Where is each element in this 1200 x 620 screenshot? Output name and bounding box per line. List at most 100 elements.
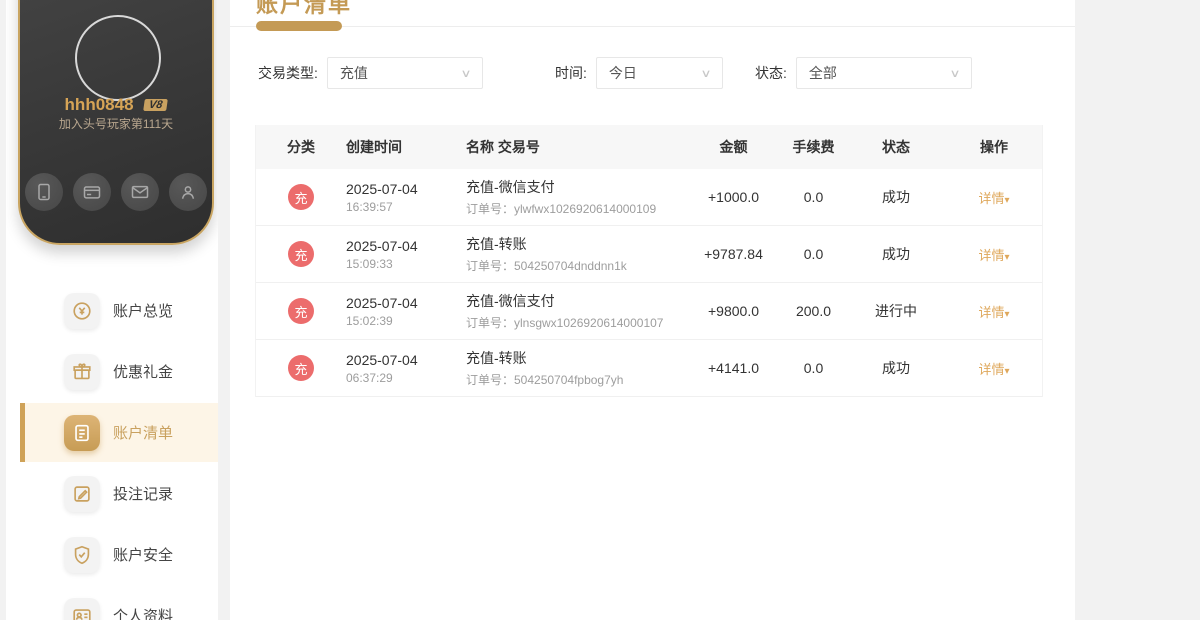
profile-card: hhh0848 V8 加入头号玩家第111天 <box>18 0 214 245</box>
deposit-badge: 充 <box>288 241 314 267</box>
status-select[interactable]: 全部 ∨ <box>795 57 972 89</box>
row-time: 15:09:33 <box>346 256 393 271</box>
sidebar-item-personal-profile[interactable]: 个人资料 <box>20 586 218 620</box>
table-row: 充 2025-07-04 06:37:29 充值-转账 订单号：50425070… <box>256 340 1042 397</box>
deposit-badge: 充 <box>288 298 314 324</box>
sidebar-item-account-statement[interactable]: 账户清单 <box>20 403 218 462</box>
row-date: 2025-07-04 <box>346 237 418 254</box>
row-status: 成功 <box>882 360 910 376</box>
header-amount: 金额 <box>719 139 748 155</box>
idcard-icon <box>64 597 100 620</box>
shield-icon <box>64 536 100 573</box>
header-name-txn: 名称 交易号 <box>466 139 540 155</box>
sidebar-item-label: 投注记录 <box>113 486 174 503</box>
sidebar-item-label: 优惠礼金 <box>113 364 174 381</box>
row-order-no: 订单号：ylwfwx1026920614000109 <box>466 202 657 216</box>
row-status: 成功 <box>882 246 910 262</box>
row-amount: +9787.84 <box>704 246 763 262</box>
chevron-down-icon: ∨ <box>700 67 712 80</box>
filter-label: 时间: <box>555 65 587 81</box>
sidebar-item-account-security[interactable]: 账户安全 <box>20 525 218 584</box>
row-amount: +4141.0 <box>708 360 759 376</box>
selected-value: 全部 <box>808 65 837 81</box>
quick-actions <box>20 173 212 211</box>
header-category: 分类 <box>287 139 315 155</box>
sidebar-item-promotions[interactable]: 优惠礼金 <box>20 342 218 401</box>
table-row: 充 2025-07-04 15:02:39 充值-微信支付 订单号：ylnsgw… <box>256 283 1042 340</box>
record-icon <box>64 475 100 512</box>
time-select[interactable]: 今日 ∨ <box>595 57 723 89</box>
vip-badge: V8 <box>143 99 169 111</box>
filter-label: 状态: <box>755 65 787 81</box>
row-amount: +9800.0 <box>708 303 759 319</box>
row-status: 成功 <box>882 189 910 205</box>
row-amount: +1000.0 <box>708 189 759 205</box>
sidebar-item-label: 账户安全 <box>113 547 174 564</box>
bankcard-icon[interactable] <box>73 173 111 211</box>
header-status: 状态 <box>882 139 910 155</box>
tablet-icon[interactable] <box>25 173 63 211</box>
main-panel: 账户清单 交易类型: 充值 ∨ 时间: 今日 ∨ 状态: 全部 ∨ 分类 创建时… <box>230 0 1075 620</box>
sidebar-item-label: 账户总览 <box>113 303 174 320</box>
row-time: 06:37:29 <box>346 370 393 385</box>
row-date: 2025-07-04 <box>346 180 418 197</box>
selected-value: 充值 <box>339 65 368 81</box>
header-created-time: 创建时间 <box>346 139 402 155</box>
row-order-no: 订单号：ylnsgwx1026920614000107 <box>466 316 664 330</box>
sidebar: hhh0848 V8 加入头号玩家第111天 账户总览 优惠礼金 账户清单 投注… <box>6 0 218 620</box>
header-action: 操作 <box>980 139 1008 155</box>
transactions-table: 分类 创建时间 名称 交易号 金额 手续费 状态 操作 充 2025-07-04… <box>255 125 1043 397</box>
row-date: 2025-07-04 <box>346 351 418 368</box>
table-row: 充 2025-07-04 15:09:33 充值-转账 订单号：50425070… <box>256 226 1042 283</box>
row-date: 2025-07-04 <box>346 294 418 311</box>
row-name: 充值-微信支付 <box>466 293 555 309</box>
title-underline <box>256 21 342 31</box>
row-fee: 200.0 <box>795 303 832 319</box>
deposit-badge: 充 <box>288 355 314 381</box>
sidebar-item-label: 个人资料 <box>113 608 174 620</box>
row-fee: 0.0 <box>803 360 824 376</box>
page-title: 账户清单 <box>256 0 353 17</box>
row-status: 进行中 <box>875 303 917 319</box>
header-fee: 手续费 <box>792 139 835 155</box>
row-name: 充值-转账 <box>466 350 527 366</box>
username: hhh0848 <box>64 95 134 114</box>
row-time: 15:02:39 <box>346 313 393 328</box>
detail-dropdown-link[interactable]: 详情▾ <box>946 359 1042 378</box>
join-days-text: 加入头号玩家第111天 <box>58 117 174 131</box>
avatar <box>75 15 161 101</box>
row-fee: 0.0 <box>803 246 824 262</box>
mail-icon[interactable] <box>121 173 159 211</box>
deposit-badge: 充 <box>288 184 314 210</box>
detail-dropdown-link[interactable]: 详情▾ <box>946 188 1042 207</box>
row-order-no: 订单号：504250704dnddnn1k <box>466 259 627 273</box>
row-name: 充值-微信支付 <box>466 179 555 195</box>
contacts-icon[interactable] <box>169 173 207 211</box>
document-icon <box>64 414 100 451</box>
sidebar-item-label: 账户清单 <box>113 425 174 442</box>
caret-down-icon: ▾ <box>1004 308 1010 320</box>
caret-down-icon: ▾ <box>1004 365 1010 377</box>
chevron-down-icon: ∨ <box>949 67 961 80</box>
filter-time: 时间: 今日 ∨ <box>555 57 723 89</box>
chevron-down-icon: ∨ <box>460 67 472 80</box>
selected-value: 今日 <box>608 65 637 81</box>
row-order-no: 订单号：504250704fpbog7yh <box>466 373 624 387</box>
gift-icon <box>64 353 100 390</box>
filter-status: 状态: 全部 ∨ <box>755 57 972 89</box>
detail-dropdown-link[interactable]: 详情▾ <box>946 302 1042 321</box>
transaction-type-select[interactable]: 充值 ∨ <box>326 57 483 89</box>
filter-label: 交易类型: <box>258 65 318 81</box>
caret-down-icon: ▾ <box>1004 194 1010 206</box>
row-fee: 0.0 <box>803 189 824 205</box>
row-name: 充值-转账 <box>466 236 527 252</box>
sidebar-item-betting-records[interactable]: 投注记录 <box>20 464 218 523</box>
sidebar-nav: 账户总览 优惠礼金 账户清单 投注记录 账户安全 个人资料 <box>6 281 218 620</box>
caret-down-icon: ▾ <box>1004 251 1010 263</box>
coin-icon <box>64 292 100 329</box>
detail-dropdown-link[interactable]: 详情▾ <box>946 245 1042 264</box>
title-divider <box>230 26 1075 27</box>
sidebar-item-account-overview[interactable]: 账户总览 <box>20 281 218 340</box>
filter-transaction-type: 交易类型: 充值 ∨ <box>258 57 483 89</box>
table-header: 分类 创建时间 名称 交易号 金额 手续费 状态 操作 <box>256 125 1042 169</box>
